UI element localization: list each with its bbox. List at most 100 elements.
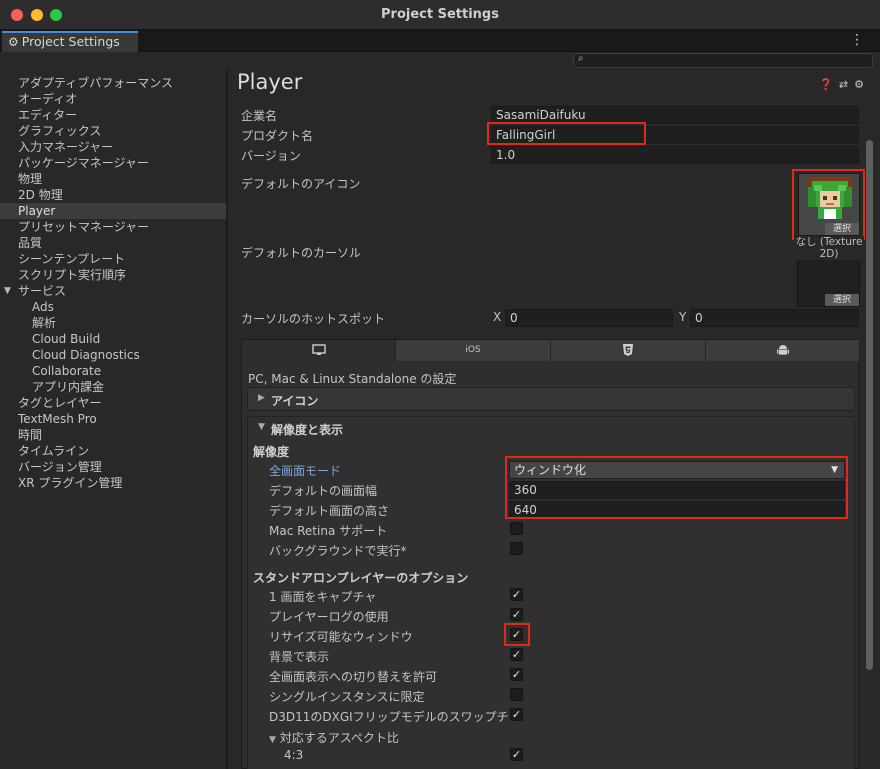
monitor-icon [311,344,326,355]
collapse-triangle-icon[interactable]: ▼ [258,422,265,432]
aspect-4-3-label: 4:3 [284,748,304,762]
sidebar-item-ads[interactable]: Ads [0,299,226,315]
tab-label: Project Settings [21,34,120,49]
icon-foldout[interactable]: ▶ アイコン [247,387,855,411]
sidebar-item-collaborate[interactable]: Collaborate [0,363,226,379]
supported-aspect-ratios-foldout[interactable]: ▼ 対応するアスペクト比 [269,729,399,746]
product-name-label: プロダクト名 [241,129,314,143]
search-input[interactable]: ⌕ [573,53,873,68]
default-cursor-label: デフォルトのカーソル [241,246,362,260]
player-settings-panel: Player ❓⇄⚙ 企業名 SasamiDaifuku プロダクト名 Fall… [228,69,880,769]
sidebar-item-time[interactable]: 時間 [0,427,226,443]
sidebar-item-package-manager[interactable]: パッケージマネージャー [0,155,226,171]
mac-retina-checkbox[interactable] [510,522,523,535]
capture-single-screen-checkbox[interactable]: ✓ [510,588,523,601]
highlight-box [487,122,646,145]
option-label: 1 画面をキャプチャ [269,590,377,604]
sidebar-item-cloud-diagnostics[interactable]: Cloud Diagnostics [0,347,226,363]
expand-triangle-icon[interactable]: ▼ [4,283,11,299]
sidebar-item-physics[interactable]: 物理 [0,171,226,187]
tab-ios[interactable]: iOS [396,340,551,361]
vertical-scrollbar[interactable] [866,97,874,769]
sidebar-item-timeline[interactable]: タイムライン [0,443,226,459]
search-icon: ⌕ [578,53,584,64]
preset-icon[interactable]: ⇄ [839,78,854,91]
sidebar-item-preset-manager[interactable]: プリセットマネージャー [0,219,226,235]
default-width-label: デフォルトの画面幅 [269,484,378,498]
sidebar-item-in-app-purchasing[interactable]: アプリ内課金 [0,379,226,395]
more-options-icon[interactable]: ⋮ [850,32,864,48]
sidebar-item-quality[interactable]: 品質 [0,235,226,251]
sidebar: アダプティブパフォーマンス オーディオ エディター グラフィックス 入力マネージ… [0,69,227,769]
company-name-label: 企業名 [241,109,278,123]
option-label: プレイヤーログの使用 [269,610,389,624]
sidebar-item-graphics[interactable]: グラフィックス [0,123,226,139]
option-label: D3D11のDXGIフリップモデルのスワップチ [269,710,509,724]
android-icon [776,345,789,355]
sidebar-item-tags-and-layers[interactable]: タグとレイヤー [0,395,226,411]
aspect-heading: 対応するアスペクト比 [279,731,399,745]
sidebar-item-adaptive-performance[interactable]: アダプティブパフォーマンス [0,75,226,91]
standalone-settings-title: PC, Mac & Linux Standalone の設定 [248,372,457,386]
allow-fullscreen-switch-checkbox[interactable]: ✓ [510,668,523,681]
sidebar-item-services[interactable]: ▼ サービス [0,283,226,299]
resolution-heading: 解像度 [253,445,290,459]
cursor-select-button[interactable]: 選択 [825,294,859,306]
standalone-options-heading: スタンドアロンプレイヤーのオプション [253,571,469,585]
version-field[interactable]: 1.0 [491,146,859,164]
cursor-hotspot-label: カーソルのホットスポット [241,312,386,326]
option-label: 背景で表示 [269,650,330,664]
highlight-box [504,623,530,646]
scrollbar-thumb[interactable] [866,140,873,670]
hotspot-x-field[interactable]: 0 [505,309,673,327]
sidebar-item-physics-2d[interactable]: 2D 物理 [0,187,226,203]
default-icon-label: デフォルトのアイコン [241,177,361,191]
sidebar-item-input-manager[interactable]: 入力マネージャー [0,139,226,155]
option-label: 全画面表示への切り替えを許可 [269,670,438,684]
sidebar-item-audio[interactable]: オーディオ [0,91,226,107]
platform-settings-panel: iOS PC, Mac & Linux Standalone の設定 ▶ アイコ… [241,339,860,769]
sidebar-item-player[interactable]: Player [0,203,226,219]
use-player-log-checkbox[interactable]: ✓ [510,608,523,621]
gear-icon: ⚙ [8,35,19,49]
dxgi-flip-model-checkbox[interactable]: ✓ [510,708,523,721]
tab-project-settings[interactable]: ⚙ Project Settings [2,31,138,52]
hotspot-y-field[interactable]: 0 [690,309,859,327]
option-label: シングルインスタンスに限定 [269,690,425,704]
default-cursor-slot[interactable]: なし (Texture 2D) 選択 [794,236,864,307]
tab-android[interactable] [706,340,860,361]
visible-in-background-checkbox[interactable]: ✓ [510,648,523,661]
settings-icon[interactable]: ⚙ [854,78,870,91]
highlight-box [792,169,865,240]
sidebar-item-version-control[interactable]: バージョン管理 [0,459,226,475]
header-icons: ❓⇄⚙ [819,78,870,91]
run-in-background-checkbox[interactable] [510,542,523,555]
force-single-instance-checkbox[interactable] [510,688,523,701]
sidebar-item-analytics[interactable]: 解析 [0,315,226,331]
sidebar-item-script-execution-order[interactable]: スクリプト実行順序 [0,267,226,283]
sidebar-item-cloud-build[interactable]: Cloud Build [0,331,226,347]
help-icon[interactable]: ❓ [819,78,839,91]
fullscreen-mode-label: 全画面モード [269,464,342,478]
tab-bar: ⚙ Project Settings [0,30,880,52]
sidebar-item-label: サービス [18,284,67,298]
sidebar-item-scene-template[interactable]: シーンテンプレート [0,251,226,267]
window-titlebar: Project Settings [0,0,880,30]
hotspot-x-label: X [493,310,502,324]
html5-icon [623,344,633,356]
run-in-background-label: バックグラウンドで実行* [269,544,407,558]
tab-standalone[interactable] [242,340,396,361]
sidebar-item-editor[interactable]: エディター [0,107,226,123]
page-title: Player [237,70,303,94]
mac-retina-label: Mac Retina サポート [269,524,388,538]
sidebar-item-xr-plugin-management[interactable]: XR プラグイン管理 [0,475,226,491]
sidebar-item-textmesh-pro[interactable]: TextMesh Pro [0,411,226,427]
foldout-title: 解像度と表示 [271,423,344,437]
collapse-triangle-icon: ▼ [269,735,276,745]
foldout-title: アイコン [271,394,319,408]
window-title: Project Settings [381,7,499,22]
aspect-4-3-checkbox[interactable]: ✓ [510,748,523,761]
cursor-none-text: なし (Texture 2D) [794,236,864,260]
search-row: ⌕ [0,52,880,69]
tab-webgl[interactable] [551,340,706,361]
